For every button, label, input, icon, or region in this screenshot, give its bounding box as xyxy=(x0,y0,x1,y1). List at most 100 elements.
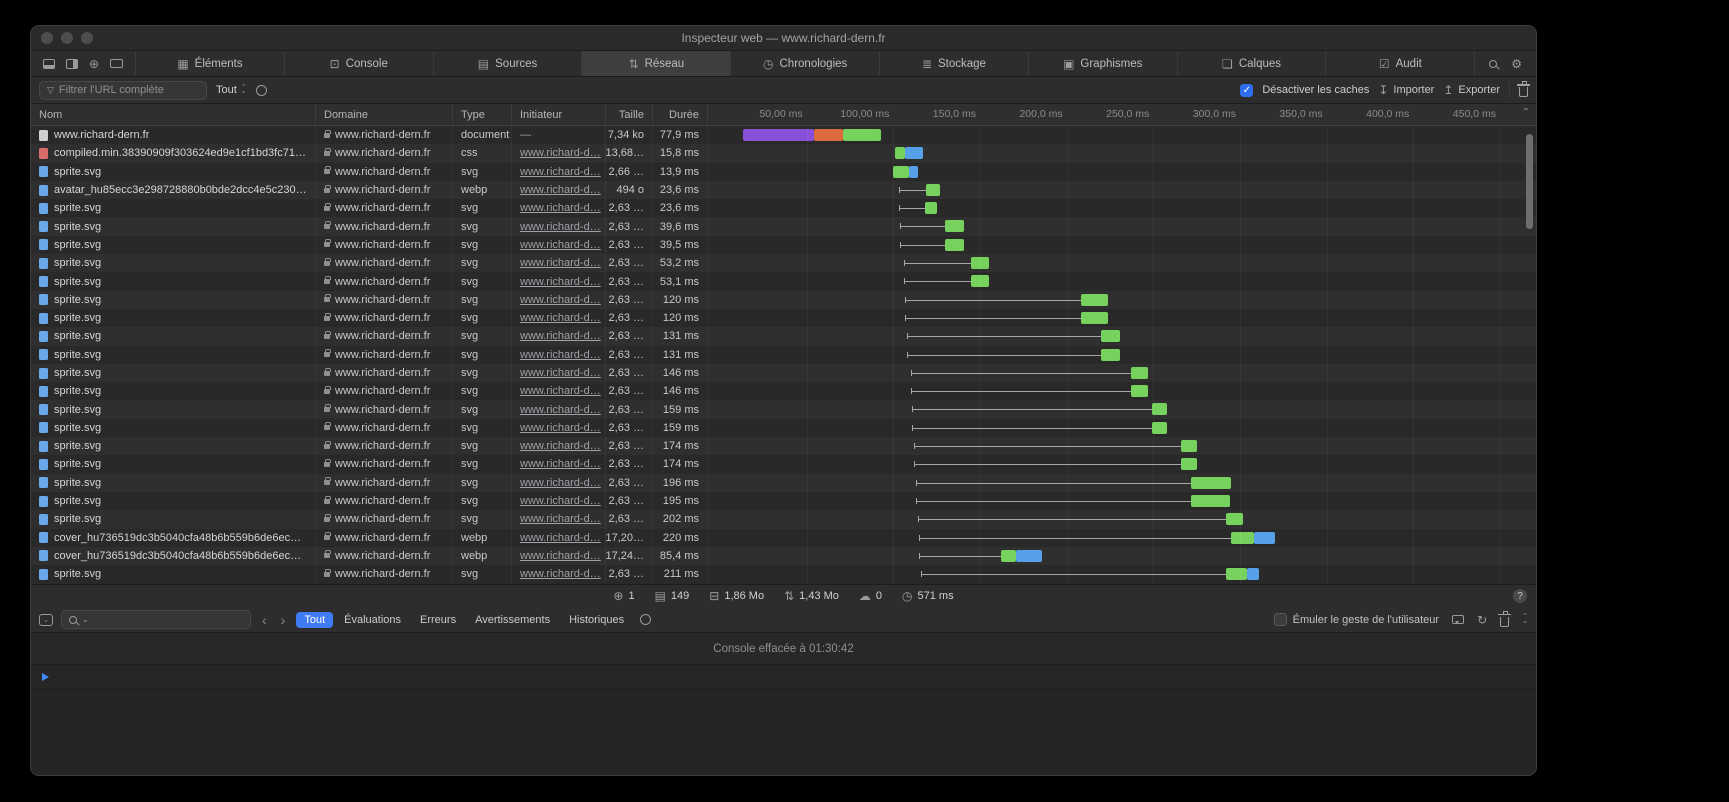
console-search-input[interactable]: ⌄ xyxy=(61,610,251,629)
request-initiator[interactable]: www.richard-d… xyxy=(520,440,601,452)
request-initiator[interactable]: www.richard-d… xyxy=(520,349,601,361)
url-filter-input[interactable]: ▽ Filtrer l'URL complète xyxy=(39,81,207,100)
close-window-button[interactable] xyxy=(41,32,53,44)
network-request-row[interactable]: cover_hu736519dc3b5040cfa48b6b559b6de6ec… xyxy=(31,547,1536,565)
network-request-row[interactable]: sprite.svg www.richard-dern.fr svg www.r… xyxy=(31,437,1536,455)
collapse-console-icon[interactable]: ⌃⌄ xyxy=(1522,615,1528,624)
tab-label: Console xyxy=(346,58,388,70)
network-request-row[interactable]: sprite.svg www.richard-dern.fr svg www.r… xyxy=(31,327,1536,345)
request-initiator[interactable]: www.richard-d… xyxy=(520,513,601,525)
network-request-row[interactable]: sprite.svg www.richard-dern.fr svg www.r… xyxy=(31,254,1536,272)
record-icon[interactable] xyxy=(256,85,267,96)
reload-icon[interactable]: ↻ xyxy=(1477,613,1487,627)
export-button[interactable]: ↥ Exporter xyxy=(1443,83,1500,97)
settings-gear-icon[interactable]: ⚙ xyxy=(1511,57,1522,71)
network-request-row[interactable]: sprite.svg www.richard-dern.fr svg www.r… xyxy=(31,199,1536,217)
network-request-row[interactable]: avatar_hu85ecc3e298728880b0bde2dcc4e5c23… xyxy=(31,181,1536,199)
minimize-window-button[interactable] xyxy=(61,32,73,44)
tab-storage[interactable]: ≣Stockage xyxy=(880,51,1029,76)
console-scope-evaluations[interactable]: Évaluations xyxy=(336,612,409,628)
request-initiator[interactable]: www.richard-d… xyxy=(520,239,601,251)
tab-elements[interactable]: ▦Éléments xyxy=(136,51,285,76)
network-request-row[interactable]: www.richard-dern.fr www.richard-dern.fr … xyxy=(31,126,1536,144)
network-request-row[interactable]: sprite.svg www.richard-dern.fr svg www.r… xyxy=(31,272,1536,290)
vertical-scrollbar-thumb[interactable] xyxy=(1526,134,1533,229)
console-messages-icon[interactable] xyxy=(1452,615,1464,624)
column-header-size[interactable]: Taille xyxy=(606,104,653,125)
network-request-row[interactable]: sprite.svg www.richard-dern.fr svg www.r… xyxy=(31,382,1536,400)
request-initiator[interactable]: www.richard-d… xyxy=(520,166,601,178)
dock-to-bottom-icon[interactable] xyxy=(43,59,55,69)
request-initiator[interactable]: www.richard-d… xyxy=(520,477,601,489)
network-request-row[interactable]: sprite.svg www.richard-dern.fr svg www.r… xyxy=(31,400,1536,418)
request-initiator[interactable]: www.richard-d… xyxy=(520,404,601,416)
next-result-button[interactable]: › xyxy=(278,612,289,628)
network-request-row[interactable]: sprite.svg www.richard-dern.fr svg www.r… xyxy=(31,510,1536,528)
request-initiator[interactable]: www.richard-d… xyxy=(520,495,601,507)
network-request-row[interactable]: sprite.svg www.richard-dern.fr svg www.r… xyxy=(31,236,1536,254)
network-request-row[interactable]: sprite.svg www.richard-dern.fr svg www.r… xyxy=(31,419,1536,437)
network-request-row[interactable]: sprite.svg www.richard-dern.fr svg www.r… xyxy=(31,474,1536,492)
network-request-row[interactable]: sprite.svg www.richard-dern.fr svg www.r… xyxy=(31,163,1536,181)
request-initiator[interactable]: www.richard-d… xyxy=(520,330,601,342)
column-header-initiator[interactable]: Initiateur xyxy=(512,104,606,125)
console-scope-warnings[interactable]: Avertissements xyxy=(467,612,558,628)
request-initiator[interactable]: www.richard-d… xyxy=(520,568,601,580)
tab-graphics[interactable]: ▣Graphismes xyxy=(1029,51,1178,76)
request-initiator[interactable]: www.richard-d… xyxy=(520,276,601,288)
quick-console-icon[interactable]: ⌄ xyxy=(39,614,53,626)
device-settings-icon[interactable] xyxy=(110,59,123,68)
console-activity-icon[interactable] xyxy=(640,614,651,625)
network-request-row[interactable]: sprite.svg www.richard-dern.fr svg www.r… xyxy=(31,309,1536,327)
request-initiator[interactable]: www.richard-d… xyxy=(520,257,601,269)
disable-caches-checkbox[interactable]: ✓ xyxy=(1240,84,1253,97)
request-initiator[interactable]: www.richard-d… xyxy=(520,184,601,196)
console-prompt[interactable] xyxy=(31,665,1536,690)
request-initiator[interactable]: www.richard-d… xyxy=(520,221,601,233)
resource-type-select[interactable]: Tout ⌃⌄ xyxy=(216,84,247,96)
console-scope-all[interactable]: Tout xyxy=(296,612,333,628)
console-scope-logs[interactable]: Historiques xyxy=(561,612,632,628)
request-initiator[interactable]: www.richard-d… xyxy=(520,202,601,214)
tab-audit[interactable]: ☑Audit xyxy=(1326,51,1475,76)
dock-to-side-icon[interactable] xyxy=(66,59,78,69)
column-header-domain[interactable]: Domaine xyxy=(316,104,453,125)
emulate-user-gesture-checkbox[interactable] xyxy=(1274,613,1287,626)
network-request-row[interactable]: compiled.min.38390909f303624ed9e1cf1bd3f… xyxy=(31,144,1536,162)
search-icon[interactable] xyxy=(1489,60,1497,68)
request-initiator[interactable]: www.richard-d… xyxy=(520,385,601,397)
network-request-row[interactable]: sprite.svg www.richard-dern.fr svg www.r… xyxy=(31,364,1536,382)
tab-console[interactable]: ⊡Console xyxy=(285,51,434,76)
request-initiator[interactable]: www.richard-d… xyxy=(520,550,601,562)
network-request-row[interactable]: sprite.svg www.richard-dern.fr svg www.r… xyxy=(31,455,1536,473)
network-request-row[interactable]: sprite.svg www.richard-dern.fr svg www.r… xyxy=(31,346,1536,364)
request-initiator[interactable]: www.richard-d… xyxy=(520,367,601,379)
request-initiator[interactable]: www.richard-d… xyxy=(520,458,601,470)
column-header-duration[interactable]: Durée xyxy=(653,104,708,125)
request-initiator[interactable]: www.richard-d… xyxy=(520,312,601,324)
network-request-row[interactable]: sprite.svg www.richard-dern.fr svg www.r… xyxy=(31,217,1536,235)
help-button[interactable]: ? xyxy=(1513,589,1527,603)
import-button[interactable]: ↧ Importer xyxy=(1378,83,1434,97)
request-initiator[interactable]: www.richard-d… xyxy=(520,422,601,434)
inspect-element-icon[interactable]: ⊕ xyxy=(89,57,99,71)
network-request-row[interactable]: sprite.svg www.richard-dern.fr svg www.r… xyxy=(31,492,1536,510)
clear-console-icon[interactable] xyxy=(1500,617,1509,627)
zoom-window-button[interactable] xyxy=(81,32,93,44)
request-initiator[interactable]: www.richard-d… xyxy=(520,147,601,159)
tab-layers[interactable]: ❏Calques xyxy=(1178,51,1327,76)
network-request-row[interactable]: cover_hu736519dc3b5040cfa48b6b559b6de6ec… xyxy=(31,529,1536,547)
console-scope-errors[interactable]: Erreurs xyxy=(412,612,464,628)
clear-network-items-icon[interactable] xyxy=(1519,87,1528,97)
network-request-row[interactable]: sprite.svg www.richard-dern.fr svg www.r… xyxy=(31,291,1536,309)
request-initiator[interactable]: www.richard-d… xyxy=(520,294,601,306)
scroll-up-icon[interactable]: ⌃ xyxy=(1522,107,1530,118)
network-request-row[interactable]: sprite.svg www.richard-dern.fr svg www.r… xyxy=(31,565,1536,583)
column-header-name[interactable]: Nom xyxy=(31,104,316,125)
tab-sources[interactable]: ▤Sources xyxy=(434,51,583,76)
tab-network[interactable]: ⇅Réseau xyxy=(582,51,731,76)
request-initiator[interactable]: www.richard-d… xyxy=(520,532,601,544)
tab-timelines[interactable]: ◷Chronologies xyxy=(731,51,880,76)
column-header-type[interactable]: Type xyxy=(453,104,512,125)
previous-result-button[interactable]: ‹ xyxy=(259,612,270,628)
